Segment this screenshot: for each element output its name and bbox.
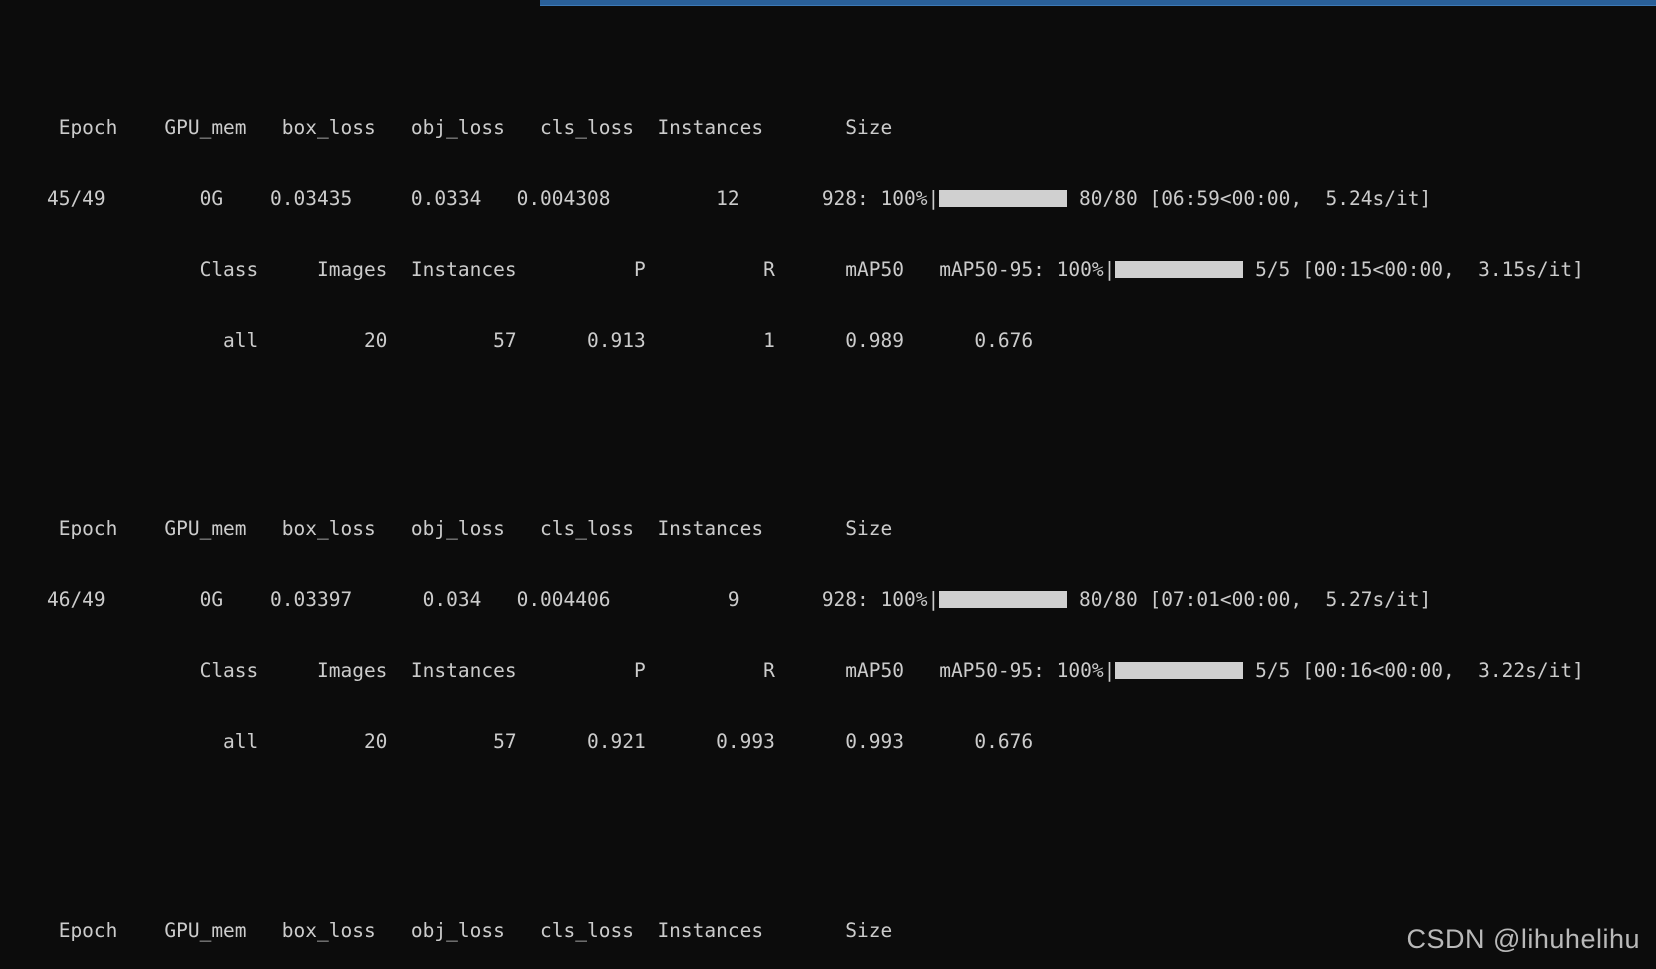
train-progress-space2 xyxy=(1138,588,1150,611)
window-title-bar-accent xyxy=(540,0,1656,6)
train-progress-percent: 100% xyxy=(880,588,928,612)
val-progress-space xyxy=(1243,659,1255,682)
val-progress-iters: 5/5 xyxy=(1255,257,1291,281)
val-header-text: Class Images Instances P R mAP50 mAP50-9… xyxy=(0,659,1057,683)
val-class-value: all xyxy=(0,328,259,352)
epoch-train-row: 46/49 0G 0.03397 0.034 0.004406 9 928: 1… xyxy=(0,588,1656,612)
val-progress-bar xyxy=(1115,662,1244,680)
epoch-val-row: all 20 57 0.921 0.993 0.993 0.676 xyxy=(0,730,1656,754)
csdn-watermark: CSDN @lihuhelihu xyxy=(1406,924,1640,954)
instances-value: 9 xyxy=(610,588,740,612)
val-progress-time: [00:15<00:00, 3.15s/it] xyxy=(1302,257,1584,281)
train-header-text: Epoch GPU_mem box_loss obj_loss cls_loss… xyxy=(0,517,893,541)
val-r-value: 0.993 xyxy=(645,729,775,753)
train-header-text: Epoch GPU_mem box_loss obj_loss cls_loss… xyxy=(0,116,893,140)
train-progress-bar xyxy=(939,591,1068,609)
epoch-train-row: 45/49 0G 0.03435 0.0334 0.004308 12 928:… xyxy=(0,187,1656,211)
epoch-value: 45/49 xyxy=(0,187,106,211)
val-progress-bracket: | xyxy=(1103,257,1116,281)
train-progress-sep: : xyxy=(857,187,881,211)
val-instances-value: 57 xyxy=(387,729,517,753)
train-progress-iters: 80/80 xyxy=(1079,588,1138,612)
val-progress-space xyxy=(1243,258,1255,281)
val-progress-percent: 100% xyxy=(1056,257,1104,281)
train-progress-percent: 100% xyxy=(880,187,928,211)
val-progress-bar xyxy=(1115,260,1244,278)
cls-loss-value: 0.004406 xyxy=(481,588,611,612)
train-progress-sep: : xyxy=(857,588,881,612)
val-map50-value: 0.993 xyxy=(774,729,904,753)
train-header-text: Epoch GPU_mem box_loss obj_loss cls_loss… xyxy=(0,918,893,942)
epoch-train-header: Epoch GPU_mem box_loss obj_loss cls_loss… xyxy=(0,116,1656,140)
instances-value: 12 xyxy=(610,187,740,211)
train-progress-bracket: | xyxy=(927,187,940,211)
val-images-value: 20 xyxy=(258,328,388,352)
train-progress-bracket: | xyxy=(927,588,940,612)
train-progress-bar xyxy=(939,190,1068,208)
epoch-val-header: Class Images Instances P R mAP50 mAP50-9… xyxy=(0,258,1656,282)
val-map5095-value: 0.676 xyxy=(903,729,1034,753)
epoch-value: 46/49 xyxy=(0,588,106,612)
epoch-val-row: all 20 57 0.913 1 0.989 0.676 xyxy=(0,329,1656,353)
val-class-value: all xyxy=(0,729,259,753)
val-progress-time: [00:16<00:00, 3.22s/it] xyxy=(1302,659,1584,683)
train-progress-space xyxy=(1067,588,1079,611)
val-p-value: 0.913 xyxy=(516,328,646,352)
train-progress-time: [07:01<00:00, 5.27s/it] xyxy=(1149,588,1432,612)
val-progress-percent: 100% xyxy=(1056,659,1104,683)
size-value: 928 xyxy=(739,588,858,612)
val-images-value: 20 xyxy=(258,729,388,753)
train-progress-iters: 80/80 xyxy=(1079,187,1138,211)
box-loss-value: 0.03397 xyxy=(223,588,353,612)
val-r-value: 1 xyxy=(645,328,775,352)
val-header-text: Class Images Instances P R mAP50 mAP50-9… xyxy=(0,257,1057,281)
val-p-value: 0.921 xyxy=(516,729,646,753)
cls-loss-value: 0.004308 xyxy=(481,187,611,211)
train-progress-time: [06:59<00:00, 5.24s/it] xyxy=(1149,187,1432,211)
train-progress-space xyxy=(1067,187,1079,210)
val-map5095-value: 0.676 xyxy=(903,328,1034,352)
val-progress-space2 xyxy=(1290,258,1302,281)
gpu-mem-value: 0G xyxy=(105,187,224,211)
val-progress-space2 xyxy=(1290,659,1302,682)
train-progress-space2 xyxy=(1138,187,1150,210)
val-map50-value: 0.989 xyxy=(774,328,904,352)
val-instances-value: 57 xyxy=(387,328,517,352)
size-value: 928 xyxy=(739,187,858,211)
terminal-window: Epoch GPU_mem box_loss obj_loss cls_loss… xyxy=(0,0,1656,969)
val-progress-bracket: | xyxy=(1103,659,1116,683)
obj-loss-value: 0.0334 xyxy=(352,187,482,211)
epoch-train-header: Epoch GPU_mem box_loss obj_loss cls_loss… xyxy=(0,517,1656,541)
box-loss-value: 0.03435 xyxy=(223,187,353,211)
epoch-val-header: Class Images Instances P R mAP50 mAP50-9… xyxy=(0,659,1656,683)
obj-loss-value: 0.034 xyxy=(352,588,482,612)
gpu-mem-value: 0G xyxy=(105,588,224,612)
val-progress-iters: 5/5 xyxy=(1255,659,1291,683)
console-output: Epoch GPU_mem box_loss obj_loss cls_loss… xyxy=(0,22,1656,969)
